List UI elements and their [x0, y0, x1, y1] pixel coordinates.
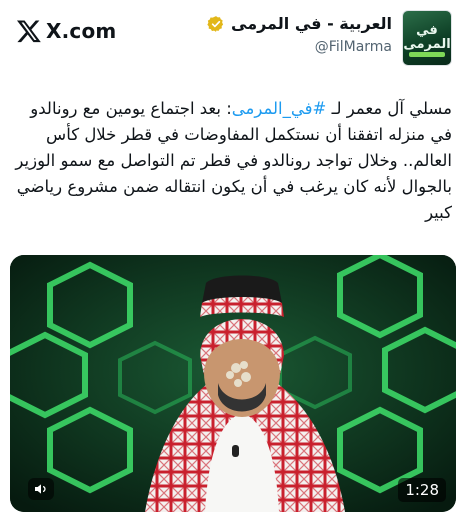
avatar-text: في المرمى — [403, 23, 451, 52]
x-logo-icon — [16, 20, 41, 43]
hashtag-link[interactable]: #في_المرمى — [232, 99, 327, 118]
video-duration: 1:28 — [398, 478, 446, 502]
author-handle[interactable]: @FilMarma — [207, 39, 392, 55]
speaker-icon — [35, 484, 46, 494]
author-block[interactable]: العربية - في المرمى @FilMarma في المرمى — [207, 10, 452, 66]
avatar-stripe — [409, 52, 445, 57]
video-frame — [10, 255, 456, 512]
video-player[interactable]: 1:28 — [10, 255, 456, 512]
tweet-text: مسلي آل معمر لـ #في_المرمى: بعد اجتماع ي… — [12, 96, 452, 226]
verified-badge-icon — [207, 15, 224, 32]
tweet-text-prefix: مسلي آل معمر لـ — [326, 99, 452, 118]
avatar[interactable]: في المرمى — [402, 10, 452, 66]
x-brand[interactable]: X.com — [16, 18, 116, 44]
mute-button[interactable] — [28, 478, 54, 500]
author-name-row[interactable]: العربية - في المرمى — [207, 14, 392, 33]
author-text: العربية - في المرمى @FilMarma — [207, 10, 392, 55]
tweet-header: X.com العربية - في المرمى @FilMarma في ا… — [0, 0, 464, 86]
brand-label: X.com — [46, 19, 117, 43]
author-name[interactable]: العربية - في المرمى — [231, 14, 392, 33]
